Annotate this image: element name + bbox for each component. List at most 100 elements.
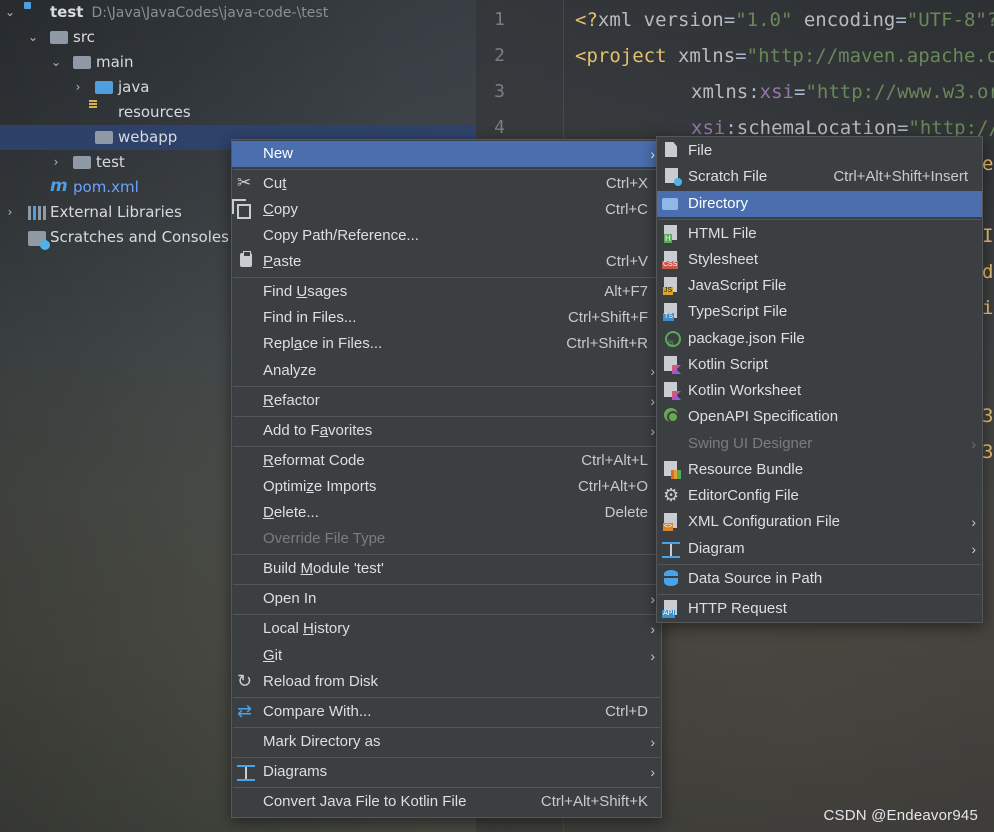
menu-item-data-source[interactable]: Data Source in Path bbox=[657, 566, 982, 592]
menu-separator bbox=[233, 169, 660, 170]
menu-item-find-in-files[interactable]: Find in Files... Ctrl+Shift+F bbox=[232, 305, 661, 331]
chevron-right-icon: › bbox=[650, 764, 655, 780]
menu-item-diagram[interactable]: Diagram › bbox=[657, 536, 982, 562]
chevron-down-icon[interactable]: ⌄ bbox=[4, 0, 16, 25]
menu-item-label: TypeScript File bbox=[688, 303, 788, 320]
folder-icon bbox=[73, 156, 91, 169]
code-token: < bbox=[575, 45, 587, 67]
menu-item-refactor[interactable]: Refactor › bbox=[232, 388, 661, 414]
menu-item-label: JavaScript File bbox=[688, 277, 787, 294]
menu-item-kotlin-worksheet[interactable]: Kotlin Worksheet bbox=[657, 378, 982, 404]
code-line-2[interactable]: <project xmlns="http://maven.apache.org/… bbox=[575, 38, 994, 74]
chevron-right-icon[interactable]: › bbox=[72, 75, 84, 100]
menu-item-editorconfig[interactable]: EditorConfig File bbox=[657, 482, 982, 509]
menu-item-label: HTML File bbox=[688, 225, 757, 242]
menu-item-delete[interactable]: Delete... Delete bbox=[232, 500, 661, 526]
menu-separator bbox=[233, 554, 660, 555]
menu-item-git[interactable]: Git › bbox=[232, 643, 661, 669]
api-file-icon bbox=[662, 600, 677, 618]
menu-item-convert-java-to-kotlin[interactable]: Convert Java File to Kotlin File Ctrl+Al… bbox=[232, 789, 661, 815]
chevron-right-icon: › bbox=[971, 436, 976, 452]
tree-node-test-module[interactable]: ⌄ test D:\Java\JavaCodes\java-code-\test bbox=[0, 0, 476, 25]
tree-node-resources[interactable]: resources bbox=[0, 100, 476, 125]
label-part: aste bbox=[273, 253, 302, 270]
menu-item-kotlin-script[interactable]: Kotlin Script bbox=[657, 352, 982, 378]
menu-separator bbox=[658, 564, 981, 565]
menu-item-typescript-file[interactable]: TypeScript File bbox=[657, 299, 982, 325]
menu-item-add-to-favorites[interactable]: Add to Favorites › bbox=[232, 418, 661, 444]
menu-item-label: Copy bbox=[263, 197, 298, 223]
menu-item-replace-in-files[interactable]: Replace in Files... Ctrl+Shift+R bbox=[232, 331, 661, 357]
menu-item-http-request[interactable]: HTTP Request bbox=[657, 596, 982, 622]
menu-item-javascript-file[interactable]: JavaScript File bbox=[657, 273, 982, 299]
menu-item-file[interactable]: File bbox=[657, 138, 982, 164]
menu-item-find-usages[interactable]: Find Usages Alt+F7 bbox=[232, 279, 661, 305]
scratches-icon bbox=[28, 231, 50, 250]
menu-item-label: Compare With... bbox=[263, 703, 372, 720]
label-part: Local bbox=[263, 620, 304, 637]
menu-item-label: Swing UI Designer bbox=[688, 435, 813, 452]
javascript-file-icon bbox=[663, 277, 677, 295]
menu-item-package-json[interactable]: package.json File bbox=[657, 326, 982, 356]
mnemonic: U bbox=[296, 283, 308, 300]
menu-item-stylesheet[interactable]: Stylesheet bbox=[657, 247, 982, 273]
menu-item-copy-path[interactable]: Copy Path/Reference... bbox=[232, 223, 661, 249]
menu-item-label: Convert Java File to Kotlin File bbox=[263, 793, 467, 810]
chevron-right-icon[interactable]: › bbox=[50, 150, 62, 175]
code-line-1[interactable]: <?xml version="1.0" encoding="UTF-8"?> bbox=[575, 2, 994, 38]
menu-item-html-file[interactable]: HTML File bbox=[657, 221, 982, 247]
menu-item-openapi[interactable]: OpenAPI Specification bbox=[657, 404, 982, 430]
menu-item-cut[interactable]: Cut Ctrl+X bbox=[232, 170, 661, 197]
compare-icon bbox=[237, 698, 255, 724]
chevron-down-icon[interactable]: ⌄ bbox=[27, 25, 39, 50]
menu-item-label: Add to Favorites bbox=[263, 418, 372, 444]
chevron-right-icon: › bbox=[650, 621, 655, 637]
mnemonic: C bbox=[263, 201, 274, 218]
tree-node-src[interactable]: ⌄ src bbox=[0, 25, 476, 50]
module-path: D:\Java\JavaCodes\java-code-\test bbox=[91, 5, 329, 21]
mnemonic: a bbox=[319, 422, 329, 439]
menu-item-diagrams[interactable]: Diagrams › bbox=[232, 759, 661, 785]
menu-item-scratch-file[interactable]: Scratch File Ctrl+Alt+Shift+Insert bbox=[657, 164, 982, 190]
menu-item-optimize-imports[interactable]: Optimize Imports Ctrl+Alt+O bbox=[232, 474, 661, 500]
menu-item-build-module[interactable]: Build Module 'test' bbox=[232, 556, 661, 582]
menu-item-analyze[interactable]: Analyze › bbox=[232, 358, 661, 384]
code-fragment: 3 bbox=[982, 405, 994, 427]
chevron-right-icon[interactable]: › bbox=[4, 200, 16, 225]
libraries-icon bbox=[28, 206, 46, 220]
label-part: e Imports bbox=[313, 478, 377, 495]
chevron-down-icon[interactable]: ⌄ bbox=[50, 50, 62, 75]
menu-item-compare-with[interactable]: Compare With... Ctrl+D bbox=[232, 698, 661, 725]
code-fragment: i bbox=[982, 297, 994, 319]
menu-item-label: Scratch File bbox=[688, 168, 768, 185]
menu-item-open-in[interactable]: Open In › bbox=[232, 586, 661, 612]
code-line-3[interactable]: xmlns:xsi="http://www.w3.org/2001/XMLSch… bbox=[691, 74, 994, 110]
menu-item-copy[interactable]: Copy Ctrl+C bbox=[232, 197, 661, 223]
menu-item-local-history[interactable]: Local History › bbox=[232, 616, 661, 642]
module-name: test bbox=[50, 3, 84, 21]
code-token: xmlns bbox=[691, 81, 749, 103]
tree-node-java[interactable]: › java bbox=[0, 75, 476, 100]
tree-node-label: resources bbox=[118, 103, 191, 121]
menu-item-new[interactable]: New › bbox=[232, 141, 661, 167]
shortcut: Ctrl+Alt+O bbox=[577, 478, 648, 495]
scratch-file-icon bbox=[665, 168, 682, 186]
menu-item-xml-configuration[interactable]: XML Configuration File › bbox=[657, 509, 982, 535]
copy-icon bbox=[237, 204, 251, 219]
menu-item-label: New bbox=[263, 145, 294, 162]
menu-item-mark-directory-as[interactable]: Mark Directory as › bbox=[232, 729, 661, 755]
menu-item-directory[interactable]: Directory bbox=[657, 191, 982, 217]
mnemonic: H bbox=[303, 620, 314, 637]
menu-separator bbox=[233, 727, 660, 728]
tree-node-main[interactable]: ⌄ main bbox=[0, 50, 476, 75]
menu-item-label: Reload from Disk bbox=[263, 673, 379, 690]
code-token: <? bbox=[575, 9, 598, 31]
menu-item-reload-from-disk[interactable]: Reload from Disk bbox=[232, 668, 661, 695]
menu-item-reformat-code[interactable]: Reformat Code Ctrl+Alt+L bbox=[232, 448, 661, 474]
menu-item-resource-bundle[interactable]: Resource Bundle bbox=[657, 457, 982, 483]
menu-item-paste[interactable]: Paste Ctrl+V bbox=[232, 249, 661, 275]
label-part: Add to F bbox=[263, 422, 320, 439]
menu-item-label: File bbox=[688, 142, 713, 159]
menu-item-label: HTTP Request bbox=[688, 600, 787, 617]
menu-item-label: Find in Files... bbox=[263, 309, 357, 326]
